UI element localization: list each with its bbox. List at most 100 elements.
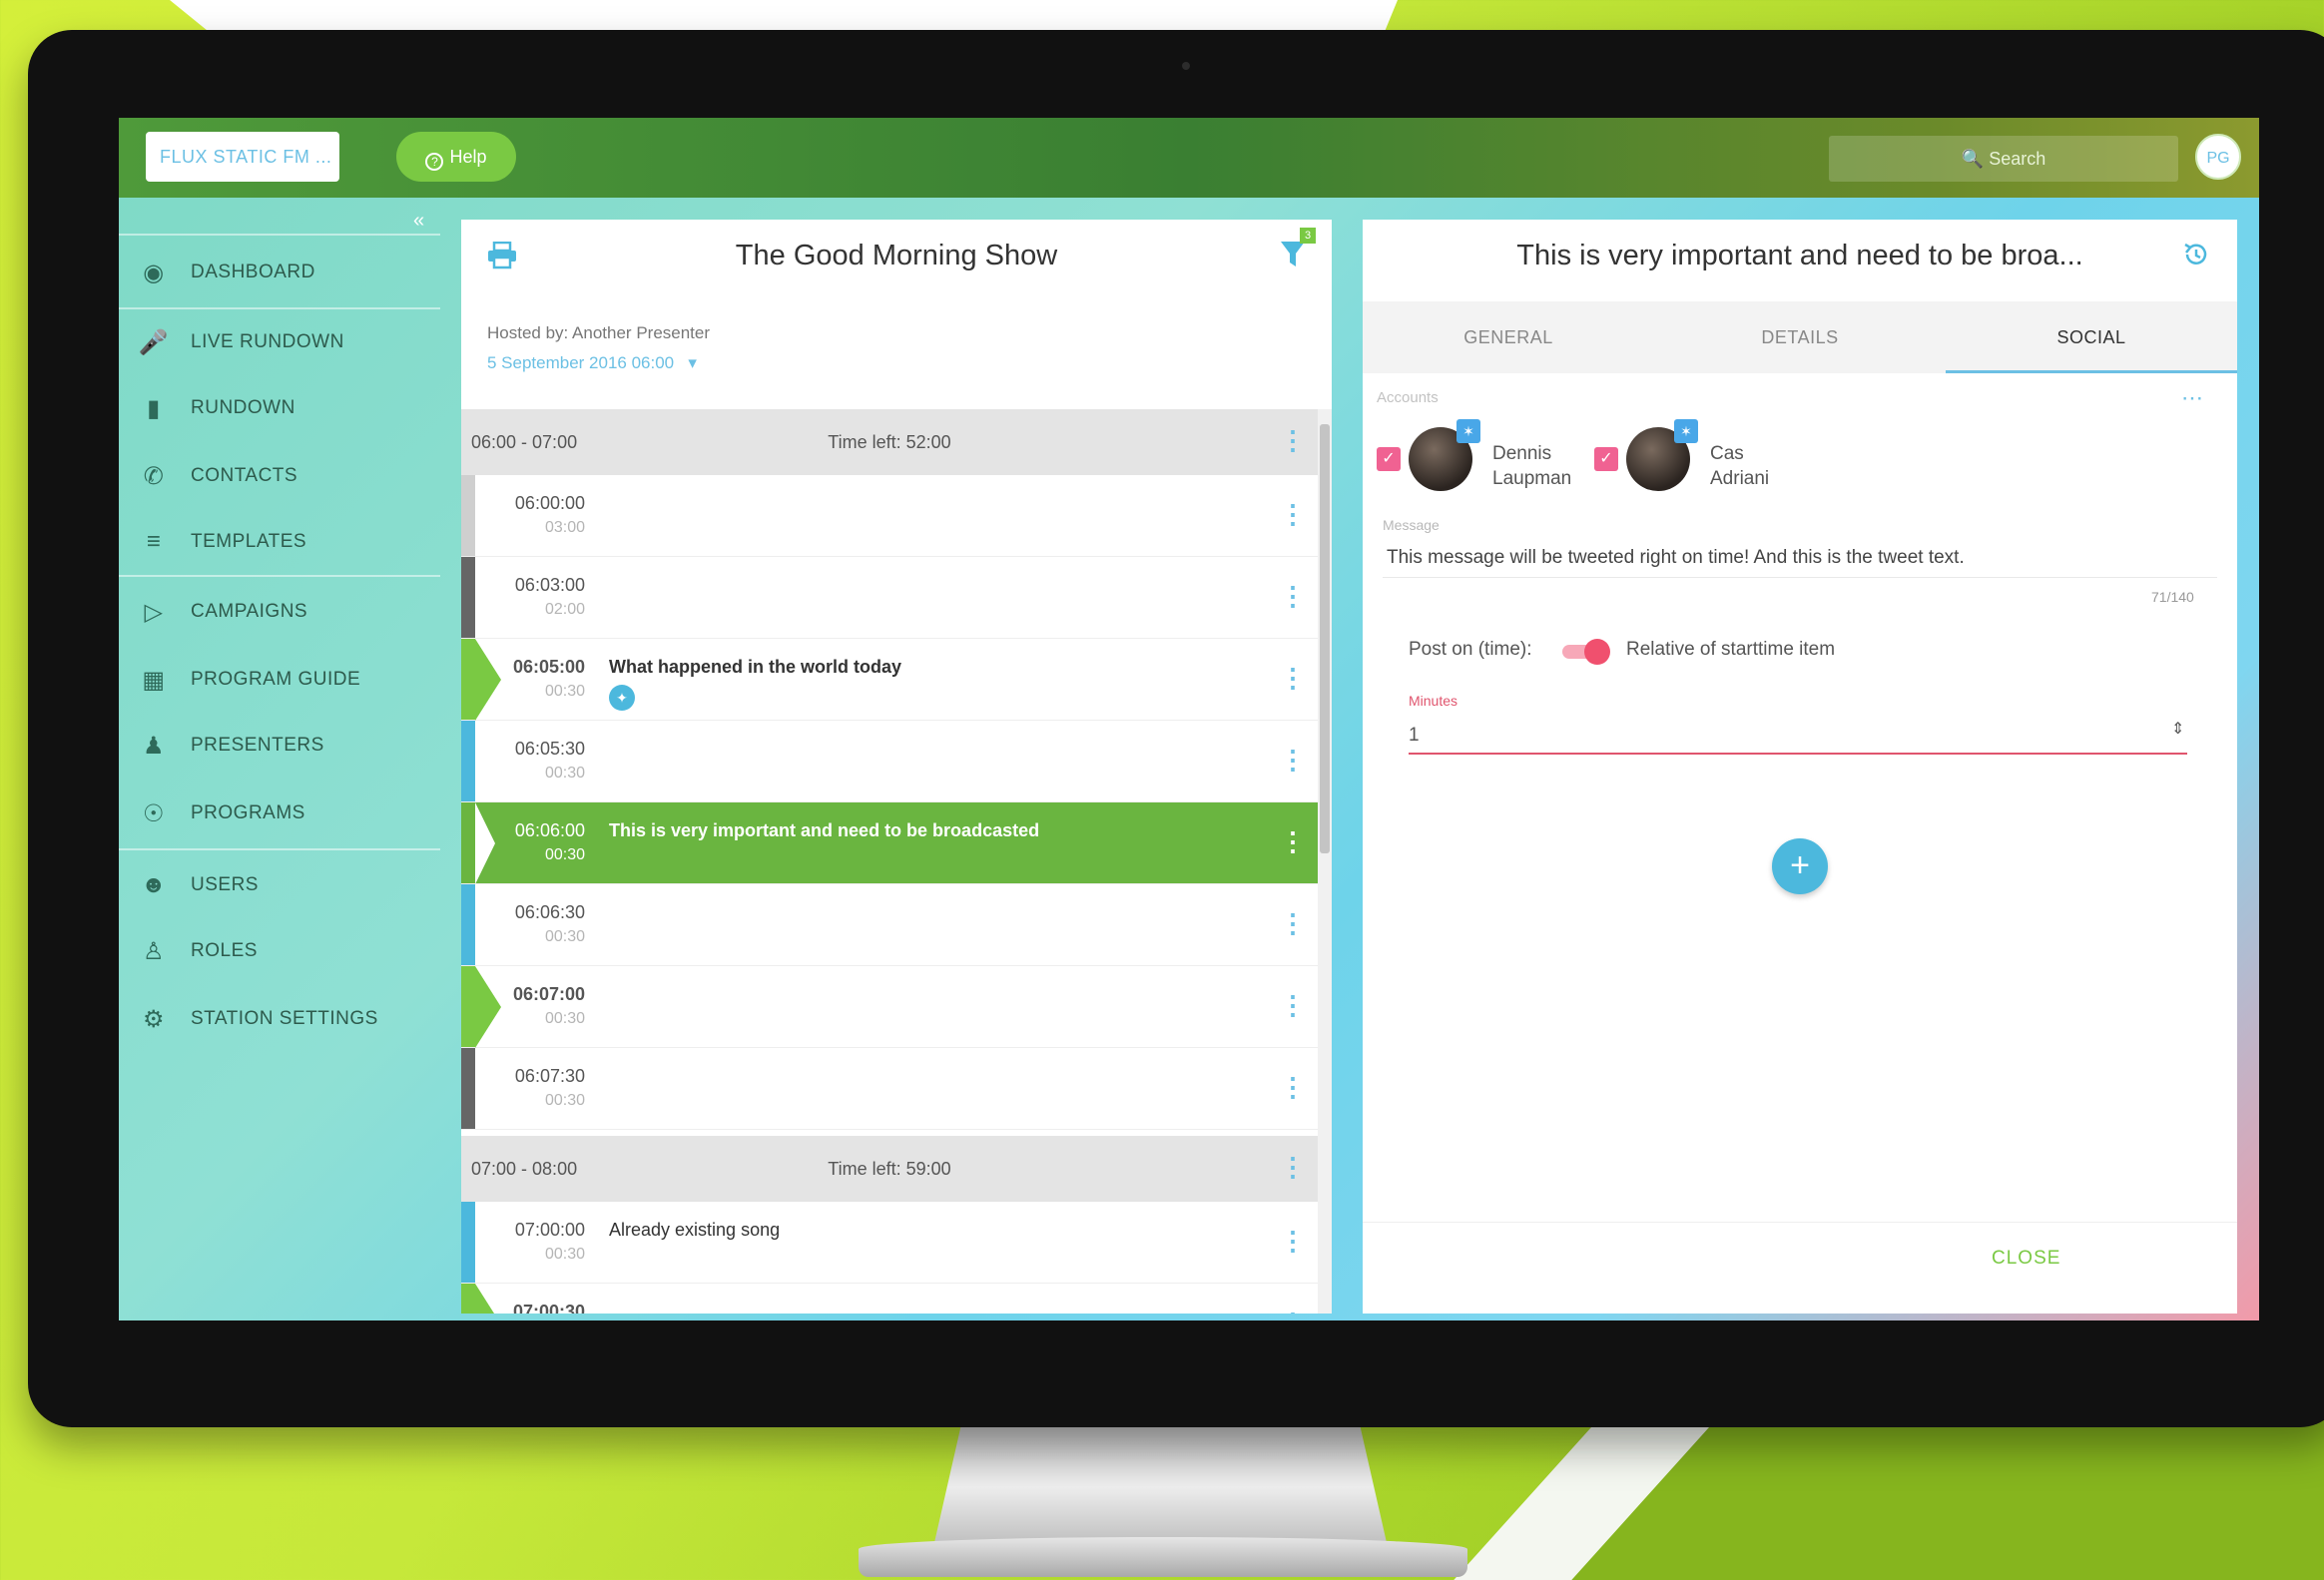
sidebar-item-users[interactable]: ☻ USERS [119, 852, 440, 918]
sidebar-item-rundown[interactable]: ▮ RUNDOWN [119, 375, 440, 441]
hour-range: 06:00 - 07:00 [471, 431, 578, 452]
more-options-icon[interactable]: ⋮ [1280, 910, 1306, 936]
hour-range: 07:00 - 08:00 [471, 1158, 578, 1179]
sidebar-item-presenters[interactable]: ♟ PRESENTERS [119, 713, 440, 779]
item-title: What happened in the world today [609, 657, 902, 677]
camera-dot [1182, 62, 1190, 70]
user-avatar[interactable]: PG [2195, 134, 2241, 180]
item-type-bar [461, 966, 475, 1047]
rundown-item-row[interactable]: 07:00:00 00:30 Already existing song ⋮ [461, 1202, 1318, 1284]
more-options-icon[interactable]: ⋮ [1280, 427, 1306, 453]
megaphone-icon: ▷ [144, 598, 164, 626]
stepper-icon[interactable]: ⇕ [2171, 719, 2184, 739]
account-last-name: Adriani [1710, 468, 1770, 489]
more-options-icon[interactable]: ⋮ [1280, 501, 1306, 527]
close-button[interactable]: CLOSE [1992, 1248, 2060, 1270]
more-options-icon[interactable]: ⋮ [1280, 992, 1306, 1018]
phone-icon: ✆ [143, 462, 165, 490]
item-type-bar [461, 475, 475, 556]
character-counter: 71/140 [2151, 589, 2194, 605]
current-marker-icon [475, 1284, 501, 1314]
tab-general[interactable]: GENERAL [1363, 301, 1654, 373]
hour-block-header[interactable]: Time left: 59:00 07:00 - 08:00 ⋮ [461, 1136, 1318, 1202]
message-field[interactable]: This message will be tweeted right on ti… [1387, 547, 1965, 569]
hosted-by: Hosted by: Another Presenter [487, 323, 711, 342]
sidebar-item-label: STATION SETTINGS [191, 1008, 378, 1029]
message-underline [1383, 577, 2217, 578]
more-options-icon[interactable]: ⋮ [1280, 1228, 1306, 1254]
detail-tabs: GENERAL DETAILS SOCIAL [1363, 301, 2237, 373]
sidebar-item-programs[interactable]: ☉ PROGRAMS [119, 781, 440, 846]
history-icon[interactable] [2181, 240, 2211, 269]
sidebar-item-dashboard[interactable]: ◉ DASHBOARD [119, 240, 440, 305]
add-button[interactable]: + [1772, 838, 1828, 894]
footer-divider [1363, 1222, 2237, 1223]
more-options-icon[interactable]: ⋮ [1280, 828, 1306, 854]
rundown-item-row[interactable]: 07:00:30 ⋮ [461, 1284, 1318, 1314]
show-title: The Good Morning Show [735, 240, 1058, 271]
post-on-label: Post on (time): [1409, 639, 1532, 660]
rundown-item-row[interactable]: 06:05:00 00:30 What happened in the world … [461, 639, 1318, 721]
message-label: Message [1383, 517, 1440, 533]
item-type-bar [461, 721, 475, 801]
twitter-icon: ✶ [1674, 419, 1698, 443]
top-bar: FLUX STATIC FM ... ? Help 🔍 Search PG [119, 118, 2259, 198]
item-type-bar [461, 884, 475, 965]
item-duration: 02:00 [544, 601, 585, 618]
sidebar-item-program-guide[interactable]: ▦ PROGRAM GUIDE [119, 647, 440, 713]
filter-icon[interactable] [1280, 240, 1306, 269]
sidebar-item-templates[interactable]: ≡ TEMPLATES [119, 509, 440, 575]
gear-icon: ⚙ [142, 1005, 165, 1033]
more-options-icon[interactable]: ⋮ [1280, 583, 1306, 609]
rundown-item-row[interactable]: 06:07:30 00:30 ⋮ [461, 1048, 1318, 1130]
more-options-icon[interactable]: ⋮ [1280, 1154, 1306, 1180]
station-selector[interactable]: FLUX STATIC FM ... [146, 132, 339, 182]
item-duration: 00:30 [544, 765, 585, 782]
rundown-item-row[interactable]: 06:00:00 03:00 ⋮ [461, 475, 1318, 557]
account-last-name: Laupman [1492, 468, 1572, 489]
search-input[interactable]: 🔍 Search [1829, 136, 2178, 182]
sidebar-item-contacts[interactable]: ✆ CONTACTS [119, 443, 440, 509]
account-first-name: Dennis [1492, 443, 1552, 464]
rundown-item-row[interactable]: 06:07:00 00:30 ⋮ [461, 966, 1318, 1048]
sidebar-item-live-rundown[interactable]: 🎤 LIVE RUNDOWN [119, 309, 440, 375]
tab-social[interactable]: SOCIAL [1946, 301, 2237, 373]
sidebar-item-label: PROGRAM GUIDE [191, 669, 361, 690]
document-icon: ▮ [147, 394, 161, 422]
item-title: This is very important and need to be br… [1516, 240, 2083, 271]
more-options-icon[interactable]: ⋮ [1280, 665, 1306, 691]
rundown-item-row[interactable]: 06:05:30 00:30 ⋮ [461, 721, 1318, 802]
sidebar-item-label: RUNDOWN [191, 397, 295, 418]
collapse-sidebar-icon[interactable]: « [413, 210, 424, 233]
more-options-icon[interactable]: ⋮ [1280, 1310, 1306, 1314]
relative-toggle-knob[interactable] [1584, 639, 1610, 665]
sidebar-item-label: PRESENTERS [191, 735, 324, 756]
minutes-input[interactable] [1409, 719, 2187, 755]
more-options-icon[interactable]: ⋮ [1280, 1074, 1306, 1100]
sidebar-item-roles[interactable]: ♙ ROLES [119, 918, 440, 984]
sidebar: « ◉ DASHBOARD 🎤 LIVE RUNDOWN ▮ RUNDOWN ✆… [119, 198, 440, 1320]
item-type-bar [461, 639, 475, 720]
item-start-time: 06:07:00 [512, 984, 585, 1004]
account-checkbox[interactable]: ✓ [1377, 447, 1401, 471]
help-button[interactable]: ? Help [396, 132, 516, 182]
tab-details[interactable]: DETAILS [1654, 301, 1946, 373]
scrollbar-thumb[interactable] [1320, 424, 1330, 853]
rundown-item-row[interactable]: 06:03:00 02:00 ⋮ [461, 557, 1318, 639]
rundown-item-row[interactable]: 06:06:30 00:30 ⋮ [461, 884, 1318, 966]
date-selector[interactable]: 5 September 2016 06:00 ▾ [487, 353, 697, 373]
item-detail-panel: This is very important and need to be br… [1363, 220, 2237, 1314]
twitter-icon: ✶ [1456, 419, 1480, 443]
more-options-icon[interactable]: ⋮ [1280, 747, 1306, 773]
app-screen: FLUX STATIC FM ... ? Help 🔍 Search PG « ◉… [119, 118, 2259, 1320]
item-type-bar [461, 1202, 475, 1283]
sidebar-item-campaigns[interactable]: ▷ CAMPAIGNS [119, 579, 440, 645]
rundown-item-row[interactable]: 06:06:00 00:30 This is very important and … [461, 802, 1318, 884]
account-checkbox[interactable]: ✓ [1594, 447, 1618, 471]
broadcast-icon: ☉ [142, 799, 165, 827]
hour-block-header[interactable]: Time left: 52:00 06:00 - 07:00 ⋮ [461, 409, 1318, 475]
roles-icon: ♙ [142, 937, 165, 965]
more-options-icon[interactable]: ⋯ [2181, 385, 2203, 411]
sidebar-item-station-settings[interactable]: ⚙ STATION SETTINGS [119, 986, 440, 1052]
search-icon: 🔍 [1961, 149, 1985, 169]
